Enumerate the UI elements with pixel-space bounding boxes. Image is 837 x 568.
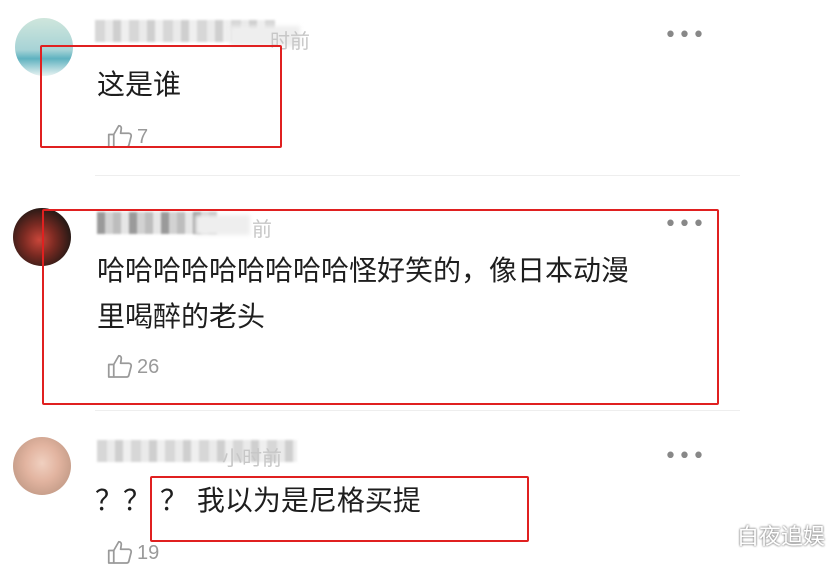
watermark: 白夜追娱: [736, 525, 825, 550]
more-dots-icon[interactable]: •••: [664, 25, 706, 47]
divider: [95, 410, 740, 411]
highlight-box: [40, 45, 282, 148]
highlight-box: [150, 476, 529, 542]
comment-time: 小时前: [222, 446, 282, 470]
divider: [95, 175, 740, 176]
highlight-box: [42, 209, 719, 405]
thumbs-up-icon: [107, 540, 133, 564]
like-button[interactable]: 19: [105, 538, 159, 568]
like-count: 19: [137, 541, 160, 564]
comment-text-prefix: ？？: [95, 484, 152, 517]
more-dots-icon[interactable]: •••: [664, 446, 706, 468]
avatar[interactable]: [13, 437, 71, 495]
